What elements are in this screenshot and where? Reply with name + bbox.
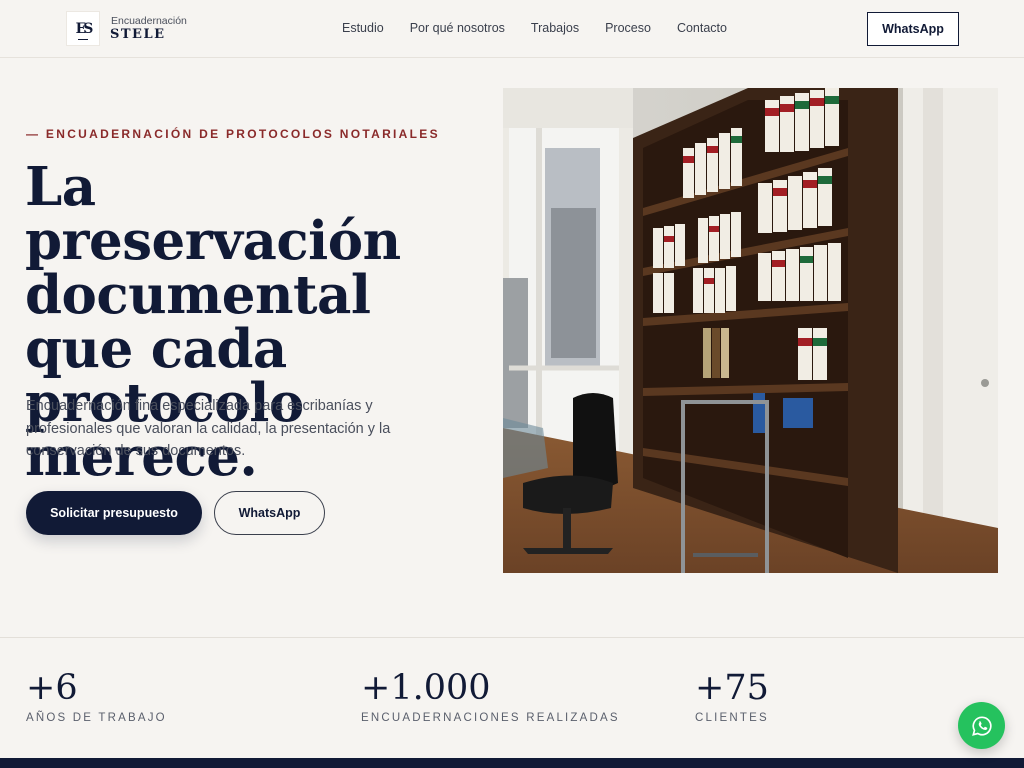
brand-subtitle: Encuadernación	[111, 15, 187, 27]
stat-bindings: +1.000 ENCUADERNACIONES REALIZADAS	[361, 668, 620, 724]
logo-mark: ES	[75, 20, 93, 40]
stat-value: +6	[26, 668, 78, 708]
floating-whatsapp-button[interactable]	[958, 702, 1005, 749]
request-quote-button[interactable]: Solicitar presupuesto	[26, 491, 202, 535]
stat-clients: +75 CLIENTES	[695, 668, 769, 724]
nav-trabajos[interactable]: Trabajos	[531, 21, 579, 35]
footer-band	[0, 758, 1024, 768]
stat-years: +6 AÑOS DE TRABAJO	[26, 668, 167, 724]
stats-divider	[0, 637, 1024, 638]
stat-label: AÑOS DE TRABAJO	[26, 712, 167, 724]
site-header: ES Encuadernación STELE Estudio Por qué …	[0, 0, 1024, 58]
stat-label: ENCUADERNACIONES REALIZADAS	[361, 712, 620, 724]
nav-por-que-nosotros[interactable]: Por qué nosotros	[410, 21, 505, 35]
hero-subtitle: Encuadernación fina especializada para e…	[26, 398, 391, 459]
whatsapp-icon	[971, 715, 992, 736]
hero-eyebrow: — ENCUADERNACIÓN DE PROTOCOLOS NOTARIALE…	[26, 127, 440, 141]
brand-name: STELE	[110, 27, 166, 42]
logo[interactable]: ES	[66, 11, 100, 46]
hero-photo-bookshelf	[503, 88, 998, 573]
stat-value: +1.000	[361, 668, 491, 708]
hero-whatsapp-button[interactable]: WhatsApp	[214, 491, 325, 535]
stat-label: CLIENTES	[695, 712, 769, 724]
header-whatsapp-button[interactable]: WhatsApp	[867, 12, 959, 46]
nav-proceso[interactable]: Proceso	[605, 21, 651, 35]
main-nav: Estudio Por qué nosotros Trabajos Proces…	[342, 21, 753, 35]
nav-contacto[interactable]: Contacto	[677, 21, 727, 35]
stat-value: +75	[695, 668, 769, 708]
nav-estudio[interactable]: Estudio	[342, 21, 384, 35]
